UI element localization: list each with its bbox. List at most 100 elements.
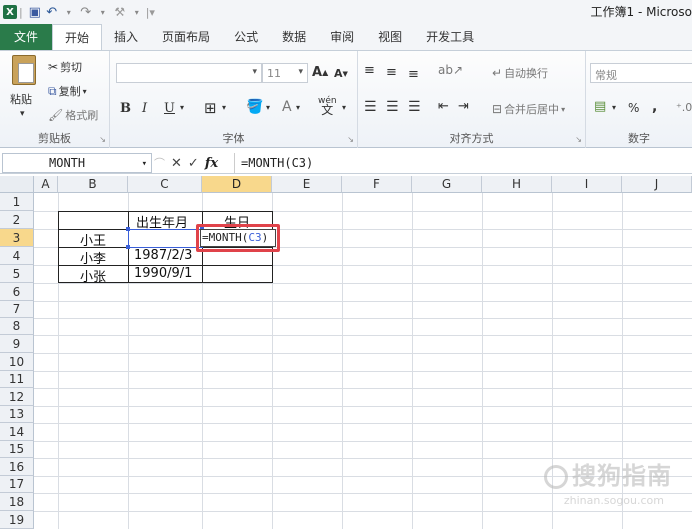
column-header-g[interactable]: G bbox=[412, 176, 482, 193]
underline-dropdown-icon[interactable]: ▾ bbox=[180, 103, 184, 112]
tab-formulas[interactable]: 公式 bbox=[222, 24, 270, 50]
align-right-icon[interactable]: ☰ bbox=[408, 99, 421, 115]
cut-button[interactable]: ✂ 剪切 bbox=[48, 59, 82, 75]
bold-button[interactable]: B bbox=[120, 101, 131, 116]
copy-button[interactable]: ⧉ 复制 ▾ bbox=[48, 83, 87, 99]
font-color-dropdown-icon[interactable]: ▾ bbox=[296, 103, 300, 112]
tab-page-layout[interactable]: 页面布局 bbox=[150, 24, 222, 50]
column-header-i[interactable]: I bbox=[552, 176, 622, 193]
row-header-12[interactable]: 12 bbox=[0, 388, 34, 406]
cell-c5[interactable]: 1990/9/1 bbox=[134, 266, 192, 281]
row-header-9[interactable]: 9 bbox=[0, 335, 34, 353]
top-align-icon[interactable]: ≡ bbox=[364, 63, 378, 78]
column-header-f[interactable]: F bbox=[342, 176, 412, 193]
redo-dropdown-icon[interactable]: ▾ bbox=[96, 5, 110, 19]
column-header-h[interactable]: H bbox=[482, 176, 552, 193]
row-header-8[interactable]: 8 bbox=[0, 318, 34, 335]
column-header-c[interactable]: C bbox=[128, 176, 202, 193]
copy-dropdown-icon[interactable]: ▾ bbox=[83, 87, 87, 96]
comma-button[interactable]: , bbox=[652, 99, 657, 115]
row-header-1[interactable]: 1 bbox=[0, 193, 34, 211]
row-header-18[interactable]: 18 bbox=[0, 493, 34, 511]
merge-center-button[interactable]: ⊟ 合并后居中 ▾ bbox=[492, 101, 565, 117]
column-header-a[interactable]: A bbox=[34, 176, 58, 193]
align-center-icon[interactable]: ☰ bbox=[386, 99, 399, 115]
fill-color-icon[interactable]: 🪣 bbox=[246, 99, 263, 115]
worksheet-grid[interactable]: A B C D E F G H I J 1 2 3 4 5 6 7 8 9 10… bbox=[0, 176, 692, 529]
cell-b4[interactable]: 小李 bbox=[80, 248, 106, 267]
format-painter-button[interactable]: 🖌 格式刷 bbox=[48, 107, 98, 123]
align-left-icon[interactable]: ☰ bbox=[364, 99, 377, 115]
insert-function-icon[interactable]: fx bbox=[205, 156, 218, 171]
middle-align-icon[interactable]: ≡ bbox=[386, 65, 397, 80]
shrink-font-button[interactable]: A ▼ bbox=[334, 67, 348, 80]
formula-input[interactable]: =MONTH(C3) bbox=[234, 153, 692, 173]
redo-icon[interactable]: ↷ bbox=[79, 5, 93, 20]
tab-home[interactable]: 开始 bbox=[52, 24, 103, 50]
underline-button[interactable]: U bbox=[164, 101, 175, 116]
merge-dropdown-icon[interactable]: ▾ bbox=[561, 105, 565, 114]
tab-view[interactable]: 视图 bbox=[366, 24, 414, 50]
quick-action-dropdown-icon[interactable]: ▾ bbox=[130, 5, 144, 19]
tab-developer[interactable]: 开发工具 bbox=[414, 24, 486, 50]
column-header-b[interactable]: B bbox=[58, 176, 128, 193]
row-header-10[interactable]: 10 bbox=[0, 353, 34, 371]
row-header-2[interactable]: 2 bbox=[0, 211, 34, 229]
name-box[interactable]: MONTH ▾ bbox=[2, 153, 152, 173]
chevron-down-icon[interactable]: ▾ bbox=[142, 155, 147, 173]
row-header-15[interactable]: 15 bbox=[0, 441, 34, 458]
undo-dropdown-icon[interactable]: ▾ bbox=[62, 5, 76, 19]
row-header-4[interactable]: 4 bbox=[0, 247, 34, 265]
fill-color-dropdown-icon[interactable]: ▾ bbox=[266, 103, 270, 112]
grow-font-button[interactable]: A ▲ bbox=[312, 65, 328, 80]
increase-indent-icon[interactable]: ⇥ bbox=[458, 99, 469, 114]
tab-file[interactable]: 文件 bbox=[0, 24, 53, 50]
row-header-13[interactable]: 13 bbox=[0, 406, 34, 423]
phonetic-guide-button[interactable]: wén 文 bbox=[318, 97, 337, 117]
tab-insert[interactable]: 插入 bbox=[102, 24, 150, 50]
range-handle[interactable] bbox=[126, 245, 130, 249]
font-color-icon[interactable]: A bbox=[282, 99, 292, 115]
column-header-j[interactable]: J bbox=[622, 176, 692, 193]
row-header-19[interactable]: 19 bbox=[0, 511, 34, 529]
increase-decimal-icon[interactable]: ⁺.0 bbox=[676, 101, 692, 114]
customize-toolbar-icon[interactable]: |▾ bbox=[146, 6, 155, 19]
wrap-text-button[interactable]: ↵ 自动换行 bbox=[492, 65, 548, 81]
row-header-17[interactable]: 17 bbox=[0, 476, 34, 493]
row-header-11[interactable]: 11 bbox=[0, 371, 34, 388]
save-icon[interactable]: ▣ bbox=[28, 5, 42, 20]
accounting-format-icon[interactable]: ▤ bbox=[594, 99, 606, 114]
clipboard-launcher-icon[interactable]: ↘ bbox=[99, 135, 106, 144]
range-handle[interactable] bbox=[126, 227, 130, 231]
row-header-14[interactable]: 14 bbox=[0, 423, 34, 441]
font-name-dropdown[interactable]: ▾ bbox=[116, 63, 262, 83]
column-header-d[interactable]: D bbox=[202, 176, 272, 193]
decrease-indent-icon[interactable]: ⇤ bbox=[438, 99, 449, 114]
accounting-dropdown-icon[interactable]: ▾ bbox=[612, 103, 616, 112]
row-header-7[interactable]: 7 bbox=[0, 301, 34, 318]
italic-button[interactable]: I bbox=[142, 101, 147, 116]
bottom-align-icon[interactable]: ≡ bbox=[408, 67, 419, 82]
paste-icon[interactable] bbox=[12, 55, 36, 85]
referenced-cell-c3[interactable] bbox=[128, 229, 203, 248]
font-launcher-icon[interactable]: ↘ bbox=[347, 135, 354, 144]
paste-dropdown-icon[interactable]: ▾ bbox=[20, 109, 25, 119]
cell-c4[interactable]: 1987/2/3 bbox=[134, 248, 192, 263]
font-size-dropdown[interactable]: 11 ▾ bbox=[262, 63, 308, 83]
cell-b3[interactable]: 小王 bbox=[80, 230, 106, 249]
enter-icon[interactable]: ✓ bbox=[188, 156, 199, 171]
quick-action-icon[interactable]: ⚒ bbox=[113, 5, 127, 19]
row-header-16[interactable]: 16 bbox=[0, 458, 34, 476]
phonetic-dropdown-icon[interactable]: ▾ bbox=[342, 103, 346, 112]
excel-app-icon[interactable]: X bbox=[3, 5, 17, 19]
insert-function-dropdown-icon[interactable]: ⌒ bbox=[154, 155, 165, 171]
row-header-6[interactable]: 6 bbox=[0, 283, 34, 301]
cancel-icon[interactable]: ✕ bbox=[171, 156, 182, 171]
undo-icon[interactable]: ↶ bbox=[45, 5, 59, 20]
orientation-icon[interactable]: ab↗ bbox=[438, 63, 463, 77]
borders-icon[interactable]: ⊞ bbox=[204, 99, 217, 117]
number-format-dropdown[interactable]: 常规 bbox=[590, 63, 692, 83]
cell-b5[interactable]: 小张 bbox=[80, 266, 106, 285]
tab-data[interactable]: 数据 bbox=[270, 24, 318, 50]
select-all-button[interactable] bbox=[0, 176, 34, 193]
